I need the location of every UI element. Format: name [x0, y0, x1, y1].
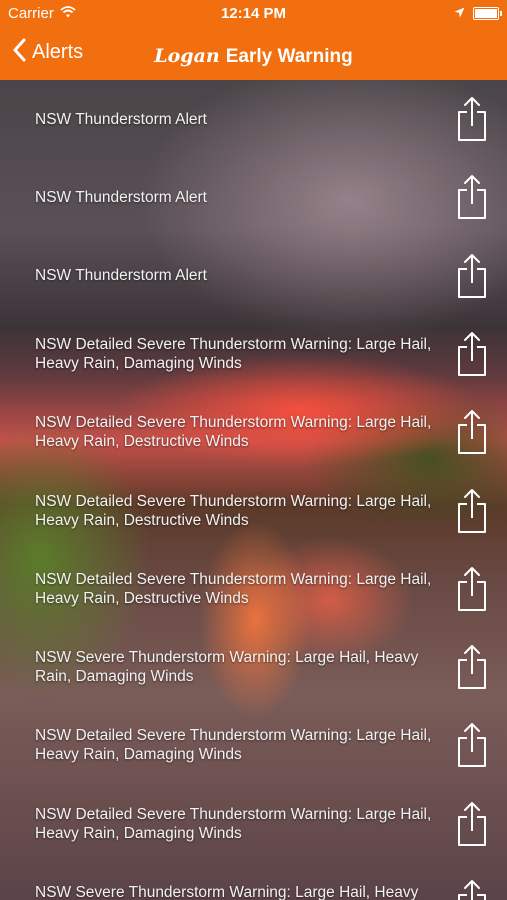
share-icon[interactable]	[456, 801, 488, 847]
share-icon[interactable]	[456, 722, 488, 768]
location-arrow-icon	[454, 5, 465, 22]
status-right	[454, 5, 502, 22]
alert-title: NSW Detailed Severe Thunderstorm Warning…	[35, 335, 432, 372]
alert-row[interactable]: NSW Detailed Severe Thunderstorm Warning…	[0, 706, 507, 784]
alert-row[interactable]: NSW Detailed Severe Thunderstorm Warning…	[0, 315, 507, 393]
status-time: 12:14 PM	[220, 5, 287, 22]
alert-row[interactable]: NSW Detailed Severe Thunderstorm Warning…	[0, 785, 507, 863]
alert-title: NSW Detailed Severe Thunderstorm Warning…	[35, 727, 432, 764]
alert-title: NSW Detailed Severe Thunderstorm Warning…	[35, 570, 432, 607]
alert-title: NSW Severe Thunderstorm Warning: Large H…	[35, 884, 419, 900]
share-icon[interactable]	[456, 96, 488, 142]
share-icon[interactable]	[456, 566, 488, 612]
alert-title: NSW Detailed Severe Thunderstorm Warning…	[35, 805, 432, 842]
alert-title: NSW Thunderstorm Alert	[35, 267, 207, 285]
share-icon[interactable]	[456, 253, 488, 299]
alert-title: NSW Detailed Severe Thunderstorm Warning…	[35, 492, 432, 529]
share-icon[interactable]	[456, 488, 488, 534]
title-brand: Logan	[154, 45, 220, 67]
alert-row[interactable]: NSW Detailed Severe Thunderstorm Warning…	[0, 472, 507, 550]
alert-row[interactable]: NSW Severe Thunderstorm Warning: Large H…	[0, 863, 507, 900]
alert-row[interactable]: NSW Severe Thunderstorm Warning: Large H…	[0, 628, 507, 706]
alert-row[interactable]: NSW Detailed Severe Thunderstorm Warning…	[0, 550, 507, 628]
alert-row[interactable]: NSW Thunderstorm Alert	[0, 80, 507, 158]
share-icon[interactable]	[456, 409, 488, 455]
navigation-bar: Alerts Logan Early Warning	[0, 28, 507, 80]
alert-row[interactable]: NSW Detailed Severe Thunderstorm Warning…	[0, 393, 507, 471]
alert-title: NSW Severe Thunderstorm Warning: Large H…	[35, 649, 419, 686]
page-title: Logan Early Warning	[0, 45, 507, 68]
status-bar: Carrier 12:14 PM	[0, 0, 507, 28]
share-icon[interactable]	[456, 174, 488, 220]
share-icon[interactable]	[456, 331, 488, 377]
alert-row[interactable]: NSW Thunderstorm Alert	[0, 237, 507, 315]
share-icon[interactable]	[456, 644, 488, 690]
battery-icon	[473, 7, 502, 20]
title-rest: Early Warning	[225, 46, 353, 67]
alert-row[interactable]: NSW Thunderstorm Alert	[0, 158, 507, 236]
alerts-list[interactable]: NSW Thunderstorm Alert NSW Thunderstorm A…	[0, 80, 507, 900]
alert-title: NSW Detailed Severe Thunderstorm Warning…	[35, 414, 432, 451]
alert-title: NSW Thunderstorm Alert	[35, 110, 207, 128]
alert-title: NSW Thunderstorm Alert	[35, 188, 207, 206]
share-icon[interactable]	[456, 879, 488, 900]
